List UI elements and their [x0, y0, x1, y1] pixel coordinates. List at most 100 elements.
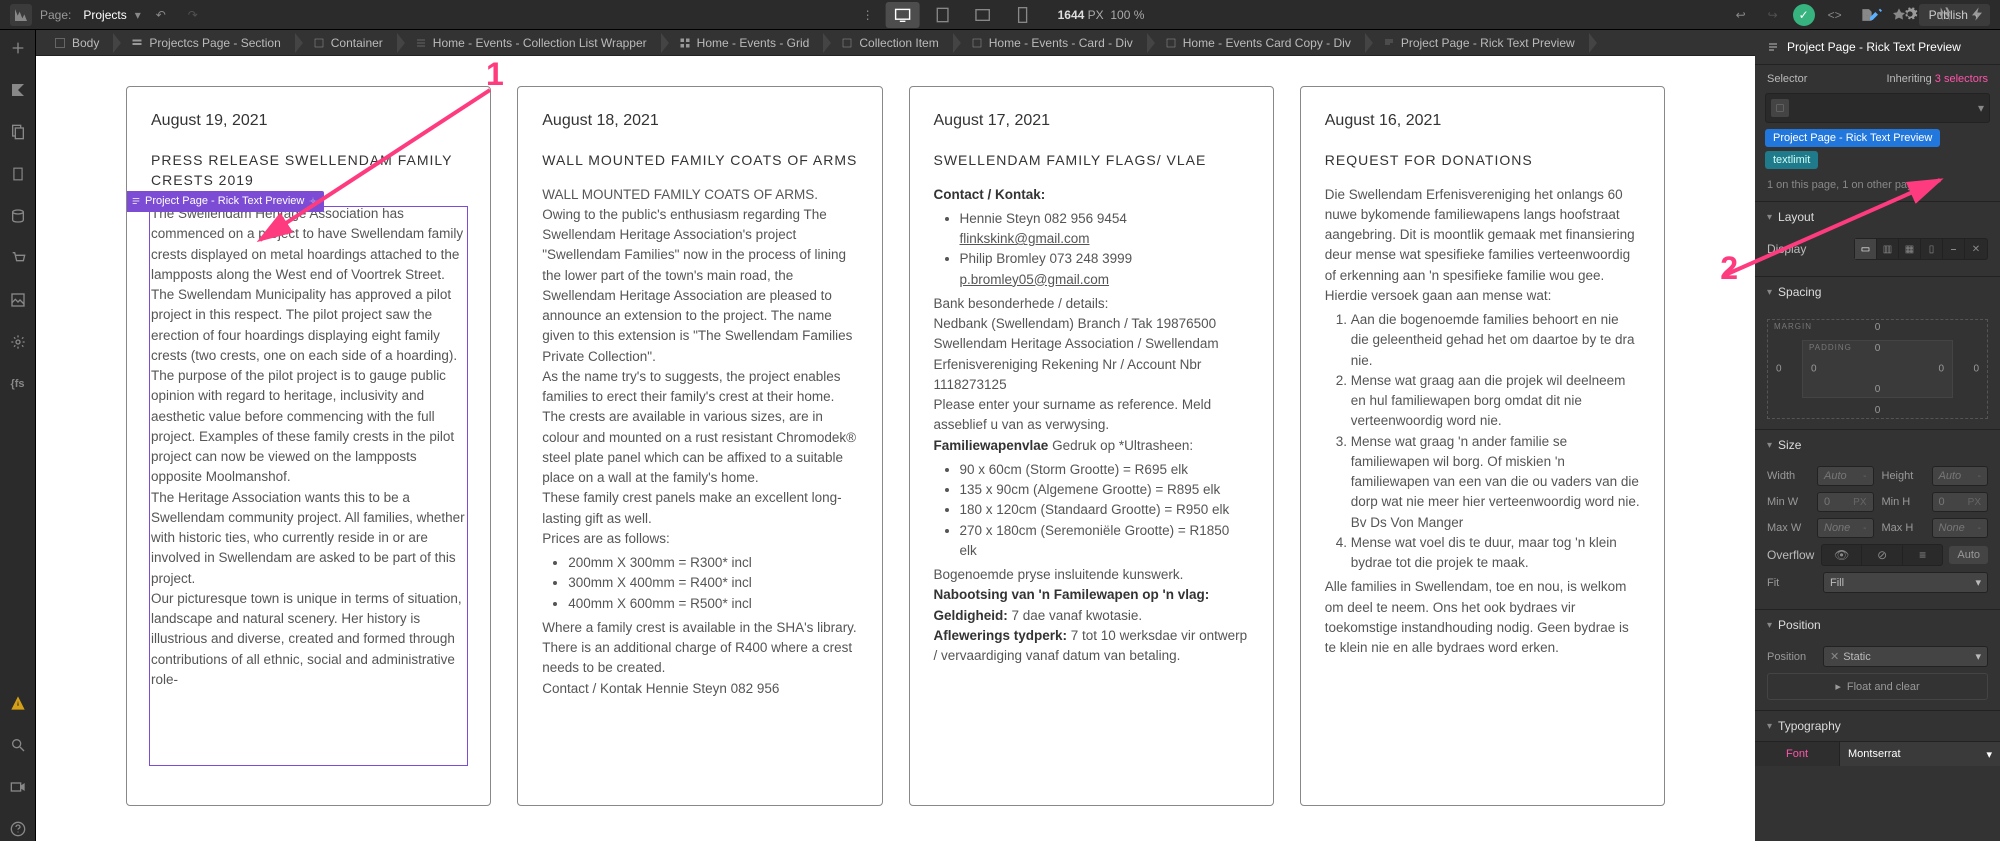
cms-icon[interactable]	[6, 204, 30, 228]
card-body[interactable]: Die Swellendam Erfenisvereniging het onl…	[1325, 185, 1640, 659]
bc-body[interactable]: Body	[36, 30, 113, 56]
width-input[interactable]: Auto-	[1817, 466, 1874, 486]
search-icon[interactable]	[6, 733, 30, 757]
more-icon[interactable]: ⋮	[856, 3, 880, 27]
event-card[interactable]: August 16, 2021 REQUEST FOR DONATIONS Di…	[1300, 86, 1665, 806]
bc-section[interactable]: Projectcs Page - Section	[113, 30, 294, 56]
width-label: Width	[1767, 470, 1809, 482]
overflow-hidden-icon[interactable]: ⊘	[1862, 545, 1902, 565]
display-none-icon[interactable]: ✕	[1965, 239, 1987, 259]
chevron-down-icon[interactable]: ▾	[1978, 101, 1984, 115]
effects-tab-icon[interactable]	[1970, 6, 1986, 25]
card-body[interactable]: Contact / Kontak:Hennie Steyn 082 956 94…	[934, 185, 1249, 667]
bc-cardcopy[interactable]: Home - Events Card Copy - Div	[1147, 30, 1365, 56]
gear-icon[interactable]	[308, 196, 318, 206]
maxh-input[interactable]: None-	[1932, 518, 1989, 538]
selector-type-icon[interactable]	[1771, 99, 1789, 117]
card-date: August 18, 2021	[542, 109, 857, 133]
help-icon[interactable]	[6, 817, 30, 841]
navigator-icon[interactable]	[6, 78, 30, 102]
assets-icon[interactable]	[6, 288, 30, 312]
combo-class-tag[interactable]: textlimit	[1765, 151, 1818, 169]
canvas[interactable]: August 19, 2021 PRESS RELEASE SWELLENDAM…	[36, 56, 1755, 841]
page-name[interactable]: Projects	[83, 8, 126, 22]
card-body[interactable]: WALL MOUNTED FAMILY COATS OF ARMS.Owing …	[542, 185, 857, 699]
overflow-visible-icon[interactable]: 👁	[1822, 545, 1862, 565]
ecommerce-icon[interactable]	[6, 246, 30, 270]
section-position[interactable]: Position	[1755, 610, 2000, 640]
inheriting-link[interactable]: 3 selectors	[1935, 73, 1988, 85]
font-select[interactable]: Montserrat▾	[1840, 742, 2000, 766]
display-flex-icon[interactable]: ▥	[1877, 239, 1899, 259]
video-icon[interactable]	[6, 775, 30, 799]
height-input[interactable]: Auto-	[1932, 466, 1989, 486]
minw-input[interactable]: 0PX	[1817, 492, 1874, 512]
display-block-icon[interactable]: ▭	[1855, 239, 1877, 259]
section-layout[interactable]: Layout	[1755, 202, 2000, 232]
add-icon[interactable]	[6, 36, 30, 60]
style-panel: Project Page - Rick Text Preview Selecto…	[1755, 30, 2000, 841]
minw-label: Min W	[1767, 496, 1809, 508]
section-size[interactable]: Size	[1755, 430, 2000, 460]
bc-grid[interactable]: Home - Events - Grid	[661, 30, 824, 56]
fit-label: Fit	[1767, 577, 1815, 589]
interactions-tab-icon[interactable]	[1936, 6, 1952, 25]
audit-warn-icon[interactable]	[6, 691, 30, 715]
selection-tag[interactable]: Project Page - Rick Text Preview	[126, 191, 324, 212]
maxw-input[interactable]: None-	[1817, 518, 1874, 538]
nav-back-icon[interactable]: ↩	[1729, 3, 1753, 27]
nav-fwd-icon[interactable]: ↪	[1761, 3, 1785, 27]
event-card[interactable]: August 17, 2021 SWELLENDAM FAMILY FLAGS/…	[909, 86, 1274, 806]
settings-tab-icon[interactable]	[1902, 6, 1918, 25]
event-card[interactable]: August 19, 2021 PRESS RELEASE SWELLENDAM…	[126, 86, 491, 806]
components-icon[interactable]	[6, 162, 30, 186]
selector-label: Selector	[1767, 73, 1807, 85]
overflow-scroll-icon[interactable]: ≡	[1903, 545, 1942, 565]
class-tag[interactable]: Project Page - Rick Text Preview	[1765, 129, 1940, 147]
position-label: Position	[1767, 651, 1815, 663]
overflow-auto[interactable]: Auto	[1949, 546, 1988, 564]
style-tab-icon[interactable]	[1868, 6, 1884, 25]
card-date: August 17, 2021	[934, 109, 1249, 133]
event-card[interactable]: August 18, 2021 WALL MOUNTED FAMILY COAT…	[517, 86, 882, 806]
display-buttons: ▭ ▥ ▦ ▯ ⎯ ✕	[1854, 238, 1988, 260]
fit-select[interactable]: Fill▾	[1823, 572, 1988, 593]
display-inline-icon[interactable]: ⎯	[1943, 239, 1965, 259]
device-tablet-landscape-icon[interactable]	[966, 2, 1000, 28]
selector-input[interactable]: ▾	[1765, 93, 1990, 123]
card-title: REQUEST FOR DONATIONS	[1325, 151, 1640, 171]
device-mobile-icon[interactable]	[1006, 2, 1040, 28]
maxw-label: Max W	[1767, 522, 1809, 534]
font-label: Font	[1755, 742, 1840, 766]
display-grid-icon[interactable]: ▦	[1899, 239, 1921, 259]
minh-input[interactable]: 0PX	[1932, 492, 1989, 512]
spacing-editor[interactable]: MARGIN 0 0 0 0 PADDING 0 0 0 0	[1767, 319, 1988, 419]
webflow-logo[interactable]	[10, 4, 32, 26]
bc-preview[interactable]: Project Page - Rick Text Preview	[1365, 30, 1589, 56]
position-select[interactable]: ✕Static▾	[1823, 646, 1988, 667]
overflow-label: Overflow	[1767, 548, 1815, 562]
canvas-unit: PX	[1088, 8, 1104, 22]
bc-item[interactable]: Collection Item	[823, 30, 952, 56]
card-date: August 16, 2021	[1325, 109, 1640, 133]
undo-icon[interactable]: ↶	[149, 3, 173, 27]
fs-icon[interactable]: {fs	[6, 372, 30, 396]
device-desktop-icon[interactable]	[886, 2, 920, 28]
float-clear-toggle[interactable]: ▸Float and clear	[1767, 673, 1988, 700]
redo-icon[interactable]: ↷	[181, 3, 205, 27]
section-typography[interactable]: Typography	[1755, 711, 2000, 741]
card-date: August 19, 2021	[151, 109, 466, 133]
pages-icon[interactable]	[6, 120, 30, 144]
display-inlineblock-icon[interactable]: ▯	[1921, 239, 1943, 259]
bc-listwrap[interactable]: Home - Events - Collection List Wrapper	[397, 30, 661, 56]
device-tablet-icon[interactable]	[926, 2, 960, 28]
selector-caption: 1 on this page, 1 on other pages.	[1755, 175, 2000, 202]
bc-card[interactable]: Home - Events - Card - Div	[953, 30, 1147, 56]
height-label: Height	[1882, 470, 1924, 482]
card-title: WALL MOUNTED FAMILY COATS OF ARMS	[542, 151, 857, 171]
section-spacing[interactable]: Spacing	[1755, 277, 2000, 307]
page-dropdown-icon[interactable]: ▾	[135, 8, 141, 22]
card-body[interactable]: The Swellendam Heritage Association has …	[151, 204, 466, 764]
bc-container[interactable]: Container	[295, 30, 397, 56]
settings-icon[interactable]	[6, 330, 30, 354]
